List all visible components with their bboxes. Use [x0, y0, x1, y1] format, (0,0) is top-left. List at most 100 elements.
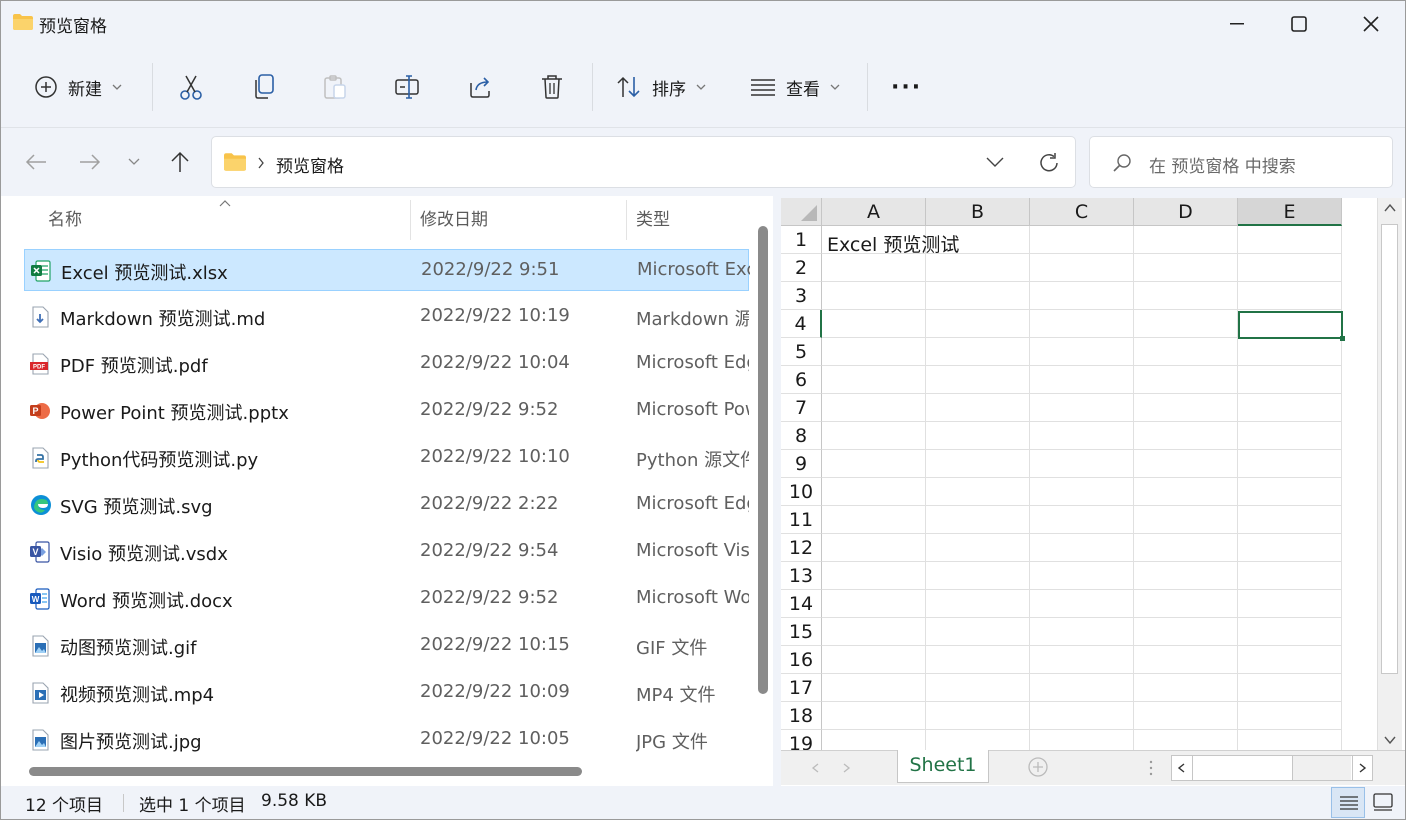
row-header-9[interactable]: 9: [781, 450, 822, 478]
cell[interactable]: [1238, 534, 1342, 562]
cut-button[interactable]: [179, 61, 203, 113]
cell[interactable]: [822, 282, 926, 310]
cell[interactable]: [1030, 366, 1134, 394]
cell[interactable]: [926, 450, 1030, 478]
preview-vertical-scrollbar[interactable]: [1377, 198, 1402, 750]
cell[interactable]: [822, 254, 926, 282]
file-row[interactable]: 动图预览测试.gif 2022/9/22 10:15 GIF 文件: [24, 625, 749, 667]
row-header-16[interactable]: 16: [781, 646, 822, 674]
column-divider[interactable]: [410, 200, 411, 240]
cell[interactable]: [1238, 394, 1342, 422]
file-row[interactable]: Excel 预览测试.xlsx 2022/9/22 9:51 Microsoft E…: [24, 249, 750, 291]
chevron-down-icon[interactable]: [986, 157, 1004, 168]
address-bar[interactable]: 预览窗格: [211, 136, 1076, 188]
row-header-6[interactable]: 6: [781, 366, 822, 394]
row-header-17[interactable]: 17: [781, 674, 822, 702]
cell[interactable]: [822, 506, 926, 534]
cell[interactable]: [1238, 338, 1342, 366]
copy-button[interactable]: [253, 61, 275, 113]
cell[interactable]: [1134, 702, 1238, 730]
next-sheet-icon[interactable]: [843, 763, 851, 773]
share-button[interactable]: [468, 61, 494, 113]
cell[interactable]: [822, 310, 926, 338]
cell[interactable]: [926, 506, 1030, 534]
row-header-11[interactable]: 11: [781, 506, 822, 534]
cell[interactable]: [1030, 310, 1134, 338]
details-view-button[interactable]: [1331, 787, 1365, 818]
cell[interactable]: [1134, 226, 1238, 254]
cell[interactable]: [1238, 730, 1342, 750]
row-header-7[interactable]: 7: [781, 394, 822, 422]
scroll-right-icon[interactable]: [1359, 763, 1367, 773]
file-row[interactable]: V Visio 预览测试.vsdx 2022/9/22 9:54 Microsoft …: [24, 531, 749, 573]
view-button[interactable]: 查看: [750, 61, 840, 113]
cell[interactable]: [1030, 394, 1134, 422]
new-button[interactable]: 新建: [34, 61, 122, 113]
cell[interactable]: [822, 478, 926, 506]
file-row[interactable]: W Word 预览测试.docx 2022/9/22 9:52 Microsoft W…: [24, 578, 749, 620]
cell[interactable]: [926, 534, 1030, 562]
row-header-14[interactable]: 14: [781, 590, 822, 618]
file-row[interactable]: PDF PDF 预览测试.pdf 2022/9/22 10:04 Microsoft …: [24, 343, 749, 385]
row-header-1[interactable]: 1: [781, 226, 822, 254]
cell[interactable]: [926, 674, 1030, 702]
horizontal-scrollbar[interactable]: [29, 767, 582, 776]
cell[interactable]: [822, 422, 926, 450]
scroll-down-icon[interactable]: [1384, 736, 1396, 744]
column-header-date[interactable]: 修改日期: [420, 196, 488, 244]
delete-button[interactable]: [540, 61, 564, 113]
cell[interactable]: [1134, 562, 1238, 590]
file-row[interactable]: 视频预览测试.mp4 2022/9/22 10:09 MP4 文件: [24, 672, 749, 714]
cell[interactable]: [1238, 226, 1342, 254]
row-header-10[interactable]: 10: [781, 478, 822, 506]
cell[interactable]: [822, 674, 926, 702]
cell[interactable]: [1134, 394, 1238, 422]
cell[interactable]: [1030, 226, 1134, 254]
cell[interactable]: [1134, 254, 1238, 282]
cell[interactable]: [1030, 254, 1134, 282]
cell[interactable]: [1238, 422, 1342, 450]
column-header-name[interactable]: 名称: [48, 196, 82, 244]
cell[interactable]: [926, 282, 1030, 310]
cell[interactable]: [1030, 422, 1134, 450]
cell[interactable]: [822, 730, 926, 750]
sheet-tab-sheet1[interactable]: Sheet1: [897, 750, 989, 783]
cell[interactable]: [1238, 282, 1342, 310]
cell[interactable]: [822, 450, 926, 478]
sort-button[interactable]: 排序: [616, 61, 706, 113]
cell[interactable]: [1238, 562, 1342, 590]
cell[interactable]: [1030, 674, 1134, 702]
cell[interactable]: [1238, 254, 1342, 282]
cell[interactable]: [926, 366, 1030, 394]
cell[interactable]: [1030, 506, 1134, 534]
cell[interactable]: [1030, 618, 1134, 646]
recent-locations-button[interactable]: [119, 147, 149, 177]
row-header-5[interactable]: 5: [781, 338, 822, 366]
cell[interactable]: [1238, 366, 1342, 394]
column-header-a[interactable]: A: [822, 198, 926, 226]
add-sheet-icon[interactable]: [1027, 756, 1049, 778]
cell[interactable]: [1030, 730, 1134, 750]
row-header-2[interactable]: 2: [781, 254, 822, 282]
cell[interactable]: [926, 478, 1030, 506]
cell[interactable]: [822, 366, 926, 394]
cell[interactable]: [1238, 702, 1342, 730]
file-row[interactable]: P Power Point 预览测试.pptx 2022/9/22 9:52 Micr…: [24, 390, 749, 432]
column-header-type[interactable]: 类型: [636, 196, 670, 244]
cell[interactable]: [822, 646, 926, 674]
cell[interactable]: [1030, 478, 1134, 506]
close-button[interactable]: [1340, 1, 1402, 47]
search-box[interactable]: 在 预览窗格 中搜索: [1089, 136, 1393, 188]
file-row[interactable]: Python代码预览测试.py 2022/9/22 10:10 Python 源文件: [24, 437, 749, 479]
cell[interactable]: [1134, 730, 1238, 750]
cell[interactable]: [926, 730, 1030, 750]
row-header-15[interactable]: 15: [781, 618, 822, 646]
cell[interactable]: [1238, 478, 1342, 506]
cell[interactable]: [1030, 450, 1134, 478]
row-header-12[interactable]: 12: [781, 534, 822, 562]
refresh-icon[interactable]: [1038, 152, 1060, 174]
cell[interactable]: [822, 702, 926, 730]
cell[interactable]: [1134, 674, 1238, 702]
cell[interactable]: [822, 590, 926, 618]
cell[interactable]: [1134, 506, 1238, 534]
